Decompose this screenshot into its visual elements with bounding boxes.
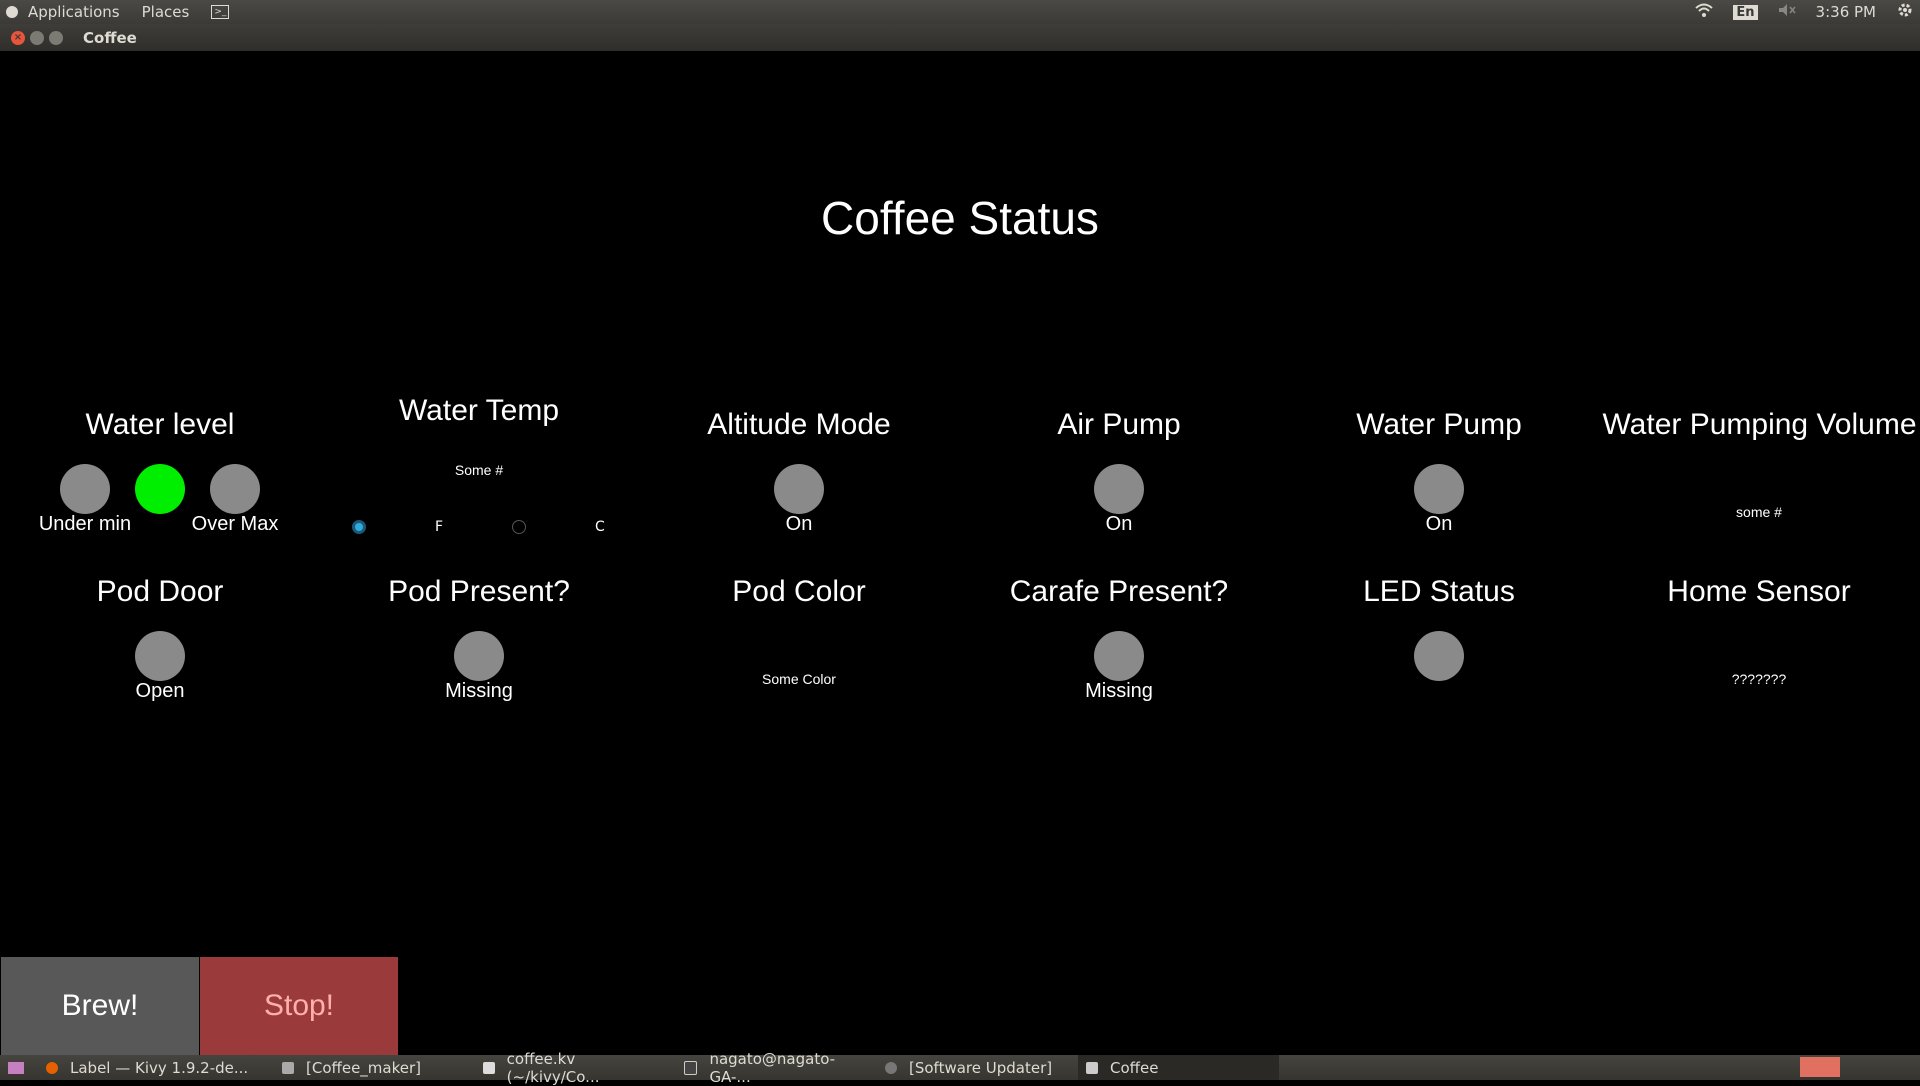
water-temp-value: Some # [454,462,504,478]
altitude-mode-indicator [774,464,824,514]
stop-button[interactable]: Stop! [200,957,398,1055]
minimize-window-button[interactable] [30,30,44,45]
altitude-mode-state: On [785,513,813,535]
water-pumping-volume-label: Water Pumping Volume [1602,408,1917,441]
taskbar-item-label: [Coffee_maker] [306,1058,421,1077]
applications-menu-label: Applications [28,3,120,21]
keyboard-language-indicator[interactable]: En [1733,4,1758,20]
over-max-label: Over Max [191,513,279,535]
celsius-label: C [595,519,605,535]
water-over-max-indicator [210,464,260,514]
terminal-icon [684,1060,698,1075]
taskbar-item-kivy-docs[interactable]: Label — Kivy 1.9.2-de... [38,1055,274,1080]
air-pump-label: Air Pump [1057,408,1181,441]
taskbar-item-label: coffee.kv (~/kivy/Co... [506,1049,600,1086]
led-status-label: LED Status [1363,575,1515,608]
wifi-icon[interactable] [1695,3,1714,21]
taskbar-item-coffee-kv[interactable]: coffee.kv (~/kivy/Co... [475,1050,676,1086]
top-panel: Applications Places >_ En 3:36 PM [0,0,1920,24]
clock[interactable]: 3:36 PM [1816,3,1876,21]
firefox-icon [46,1061,58,1074]
terminal-launcher[interactable]: >_ [205,0,245,24]
applications-menu[interactable]: Applications [0,0,136,24]
carafe-present-indicator [1094,631,1144,681]
water-temp-label: Water Temp [398,394,560,427]
celsius-radio[interactable] [512,520,526,534]
taskbar-item-label: nagato@nagato-GA-... [709,1049,836,1086]
kivy-icon [1086,1061,1098,1074]
water-pump-indicator [1414,464,1464,514]
pod-present-state: Missing [445,680,513,702]
fahrenheit-label: F [435,519,444,535]
maximize-window-button[interactable] [49,30,63,45]
water-level-ok-indicator [135,464,185,514]
water-under-min-indicator [60,464,110,514]
carafe-present-label: Carafe Present? [1009,575,1229,608]
volume-muted-icon[interactable] [1778,3,1796,21]
taskbar-item-label: [Software Updater] [909,1058,1053,1077]
home-sensor-label: Home Sensor [1667,575,1851,608]
pod-door-indicator [135,631,185,681]
water-level-label: Water level [85,408,235,441]
software-updater-icon [885,1061,897,1074]
taskbar-item-coffee-maker[interactable]: [Coffee_maker] [274,1055,475,1080]
system-tray: En 3:36 PM [1695,0,1920,24]
ubuntu-logo-icon [6,6,18,18]
pod-present-label: Pod Present? [388,575,570,608]
pod-door-state: Open [135,680,185,702]
taskbar-item-coffee[interactable]: Coffee [1078,1055,1279,1080]
page-title: Coffee Status [821,192,1099,244]
water-pump-state: On [1425,513,1453,535]
water-pump-label: Water Pump [1356,408,1522,441]
file-manager-icon [282,1061,294,1074]
air-pump-state: On [1105,513,1133,535]
show-desktop-icon[interactable] [8,1061,24,1074]
altitude-mode-label: Altitude Mode [707,408,891,441]
air-pump-indicator [1094,464,1144,514]
pod-door-label: Pod Door [96,575,224,608]
window-title-bar: × Coffee [0,24,1920,51]
taskbar-item-label: Coffee [1110,1058,1159,1077]
carafe-present-state: Missing [1085,680,1153,702]
taskbar: Label — Kivy 1.9.2-de... [Coffee_maker] … [0,1050,1920,1086]
close-window-button[interactable]: × [11,30,25,45]
taskbar-item-software-updater[interactable]: [Software Updater] [877,1055,1078,1080]
gear-icon[interactable] [1896,1,1914,23]
led-status-indicator [1414,631,1464,681]
pod-color-label: Pod Color [732,575,866,608]
window-title: Coffee [83,28,137,47]
terminal-icon: >_ [211,5,230,19]
notification-icon[interactable] [1800,1057,1840,1077]
coffee-app: Coffee Status Water level Under min Over… [0,51,1920,1055]
water-pumping-volume-value: some # [1736,504,1782,520]
pod-color-value: Some Color [762,671,836,687]
brew-button[interactable]: Brew! [1,957,199,1055]
fahrenheit-radio[interactable] [352,520,366,534]
taskbar-item-label: Label — Kivy 1.9.2-de... [70,1058,249,1077]
text-editor-icon [483,1061,495,1074]
taskbar-item-terminal[interactable]: nagato@nagato-GA-... [676,1050,877,1086]
places-menu-label: Places [141,3,190,21]
pod-present-indicator [454,631,504,681]
home-sensor-value: ??????? [1731,671,1787,687]
places-menu[interactable]: Places [136,0,206,24]
